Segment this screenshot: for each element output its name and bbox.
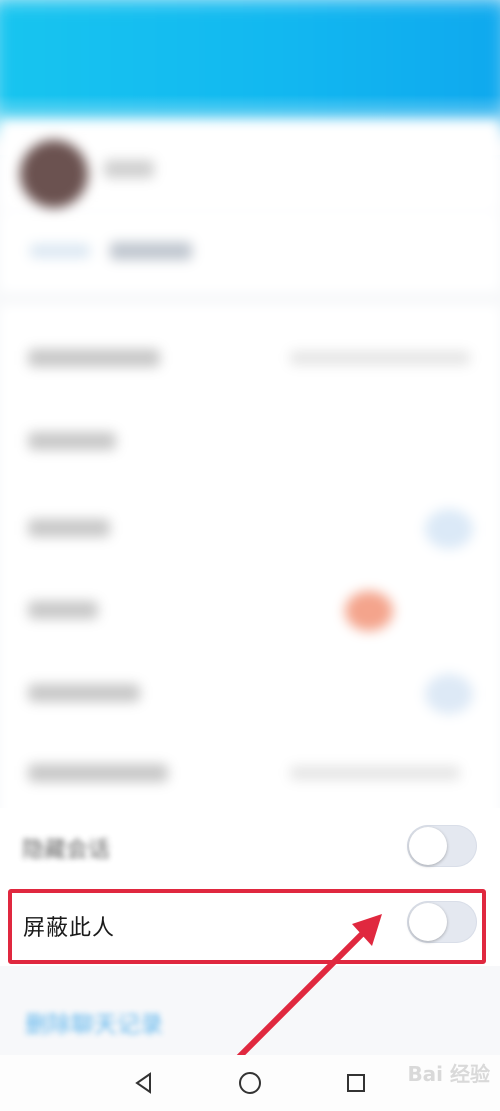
delete-history-row[interactable]: 删除聊天记录 [0,975,500,1065]
row-value-placeholder [290,766,460,780]
row-label-placeholder [28,764,168,782]
nickname-placeholder [104,160,154,178]
back-icon[interactable] [126,1065,162,1101]
recents-icon[interactable] [338,1065,374,1101]
row-indicator [425,674,473,714]
account-value-placeholder [110,242,192,260]
row-badge [345,591,393,631]
account-label-placeholder [30,244,90,258]
watermark: Bai 经验 [407,1062,490,1086]
account-row[interactable] [0,212,500,292]
hide-session-toggle[interactable] [407,825,477,867]
hide-session-row[interactable]: 隐藏会话 [0,808,500,886]
row-label-placeholder [28,432,116,450]
highlight-box [8,889,486,964]
settings-row[interactable] [0,567,500,652]
settings-row[interactable] [0,398,500,483]
blurred-content [0,0,500,875]
hide-session-label: 隐藏会话 [22,838,111,863]
settings-row[interactable] [0,315,500,400]
settings-row[interactable] [0,730,500,815]
row-indicator [425,509,473,549]
row-label-placeholder [28,519,110,537]
settings-list [0,305,500,875]
settings-row[interactable] [0,650,500,735]
row-value-placeholder [290,351,470,365]
toggle-knob [409,827,447,865]
avatar[interactable] [20,140,88,208]
delete-history-label: 删除聊天记录 [25,1012,163,1038]
settings-row[interactable] [0,485,500,570]
row-label-placeholder [28,684,140,702]
profile-card[interactable] [0,120,500,210]
home-icon[interactable] [232,1065,268,1101]
row-label-placeholder [28,601,98,619]
row-label-placeholder [28,349,160,367]
